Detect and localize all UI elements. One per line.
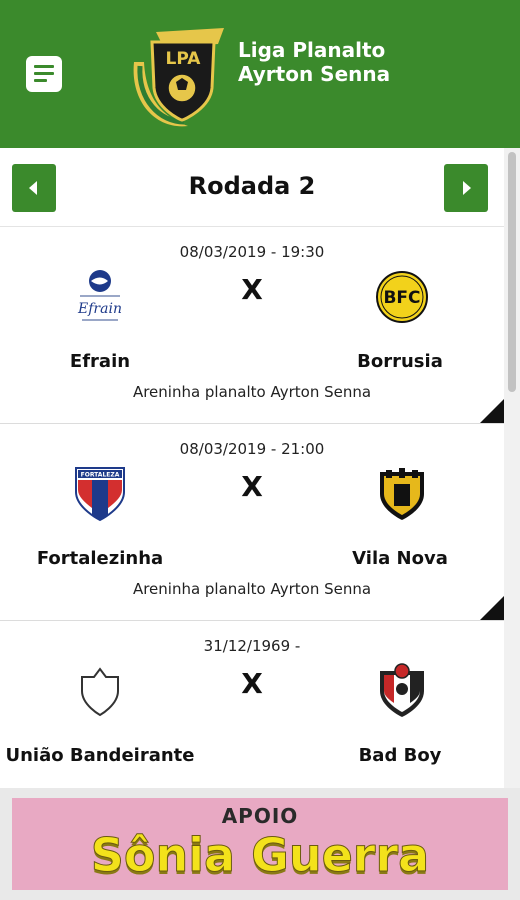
next-round-button[interactable]: [444, 164, 488, 212]
match-datetime: 08/03/2019 - 19:30: [179, 243, 325, 261]
menu-button[interactable]: [26, 56, 62, 92]
match-card[interactable]: 31/12/1969 - X União Bandeirante Bad Boy: [0, 621, 504, 788]
sponsor-name: Sônia Guerra: [90, 828, 430, 883]
vila-nova-crest-icon: [380, 468, 424, 520]
chevron-right-icon: [463, 181, 471, 195]
league-logo-icon: LPA: [133, 28, 224, 127]
scrollbar-thumb[interactable]: [508, 152, 516, 392]
league-name-line1: Liga Planalto: [238, 38, 386, 62]
match-datetime: 08/03/2019 - 21:00: [179, 440, 325, 458]
scrollbar[interactable]: [504, 148, 520, 788]
logo-badge-text: LPA: [166, 49, 202, 69]
match-datetime: 31/12/1969 -: [203, 637, 301, 655]
borrusia-crest-text: BFC: [383, 288, 420, 308]
sponsor-banner[interactable]: APOIO Sônia Guerra: [12, 798, 508, 890]
matches-panel: Rodada 2 08/03/2019 - 19:30 Efrain X BFC…: [0, 148, 504, 788]
away-team-name: Borrusia: [357, 351, 443, 372]
round-title: Rodada 2: [188, 172, 316, 200]
league-name-line2: Ayrton Senna: [238, 62, 391, 86]
match-card[interactable]: 08/03/2019 - 19:30 Efrain X BFC Efrain B…: [0, 227, 504, 424]
round-navigation: Rodada 2: [0, 148, 504, 227]
corner-marker-icon: [480, 399, 504, 423]
sponsor-label: APOIO: [221, 804, 299, 828]
app-header: LPA Liga Planalto Ayrton Senna: [0, 0, 520, 148]
bad-boy-crest-icon: [380, 663, 424, 717]
menu-icon: [34, 65, 54, 68]
corner-marker-icon: [480, 596, 504, 620]
away-team-name: Vila Nova: [352, 548, 448, 569]
home-team-name: Fortalezinha: [36, 548, 164, 569]
borrusia-crest-icon: BFC: [376, 271, 428, 323]
home-team-name: União Bandeirante: [5, 745, 195, 766]
league-name: Liga Planalto Ayrton Senna: [238, 38, 390, 86]
home-team-name: Efrain: [69, 351, 131, 372]
match-card[interactable]: 08/03/2019 - 21:00 FORTALEZA X Fortalezi…: [0, 424, 504, 621]
match-venue: Areninha planalto Ayrton Senna: [132, 580, 372, 598]
away-team-name: Bad Boy: [358, 745, 442, 766]
match-venue: Areninha planalto Ayrton Senna: [132, 383, 372, 401]
